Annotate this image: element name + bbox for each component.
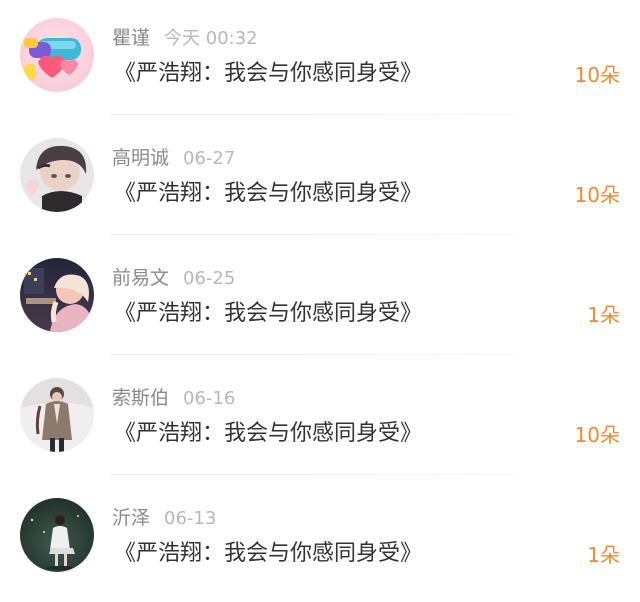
timestamp: 今天 00:32: [164, 28, 258, 49]
song-title[interactable]: 《严浩翔：我会与你感同身受》: [114, 58, 422, 90]
list-item[interactable]: 高明诚 06-27 《严浩翔：我会与你感同身受》 10朵: [0, 120, 640, 240]
timestamp: 06-16: [183, 388, 236, 409]
meta-row: 索斯伯 06-16: [112, 384, 235, 412]
list-item[interactable]: 沂泽 06-13 《严浩翔：我会与你感同身受》 1朵: [0, 480, 640, 600]
song-title[interactable]: 《严浩翔：我会与你感同身受》: [114, 178, 422, 210]
list-item[interactable]: 瞿谨 今天 00:32 《严浩翔：我会与你感同身受》 10朵: [0, 0, 640, 120]
avatar-person-long-coat: [20, 378, 94, 452]
divider: [110, 354, 560, 355]
meta-row: 高明诚 06-27: [112, 144, 235, 172]
avatar[interactable]: [20, 498, 94, 572]
flower-count: 1朵: [587, 303, 620, 327]
flower-count: 10朵: [574, 423, 620, 447]
user-name[interactable]: 沂泽: [112, 507, 150, 529]
flower-count: 10朵: [574, 63, 620, 87]
meta-row: 前易文 06-25: [112, 264, 235, 292]
avatar-boy-portrait: [20, 138, 94, 212]
avatar-girl-dark-field: [20, 498, 94, 572]
song-title[interactable]: 《严浩翔：我会与你感同身受》: [114, 298, 422, 330]
list-item[interactable]: 前易文 06-25 《严浩翔：我会与你感同身受》 1朵: [0, 240, 640, 360]
flower-count: 10朵: [574, 183, 620, 207]
avatar[interactable]: [20, 138, 94, 212]
timestamp: 06-27: [183, 148, 236, 169]
timestamp: 06-25: [183, 268, 236, 289]
list-item[interactable]: 索斯伯 06-16 《严浩翔：我会与你感同身受》 10朵: [0, 360, 640, 480]
avatar[interactable]: [20, 18, 94, 92]
divider: [110, 114, 560, 115]
user-name[interactable]: 索斯伯: [112, 387, 169, 409]
avatar[interactable]: [20, 378, 94, 452]
timestamp: 06-13: [164, 508, 217, 529]
divider: [110, 234, 560, 235]
user-name[interactable]: 高明诚: [112, 147, 169, 169]
song-title[interactable]: 《严浩翔：我会与你感同身受》: [114, 418, 422, 450]
avatar[interactable]: [20, 258, 94, 332]
gift-list: 瞿谨 今天 00:32 《严浩翔：我会与你感同身受》 10朵 高明诚 06-27 《…: [0, 0, 640, 602]
avatar-girl-night-city: [20, 258, 94, 332]
song-title[interactable]: 《严浩翔：我会与你感同身受》: [114, 538, 422, 570]
meta-row: 沂泽 06-13: [112, 504, 216, 532]
user-name[interactable]: 瞿谨: [112, 27, 150, 49]
meta-row: 瞿谨 今天 00:32: [112, 24, 258, 52]
user-name[interactable]: 前易文: [112, 267, 169, 289]
divider: [110, 474, 560, 475]
flower-count: 1朵: [587, 543, 620, 567]
avatar-pink-3d-icons: [20, 18, 94, 92]
